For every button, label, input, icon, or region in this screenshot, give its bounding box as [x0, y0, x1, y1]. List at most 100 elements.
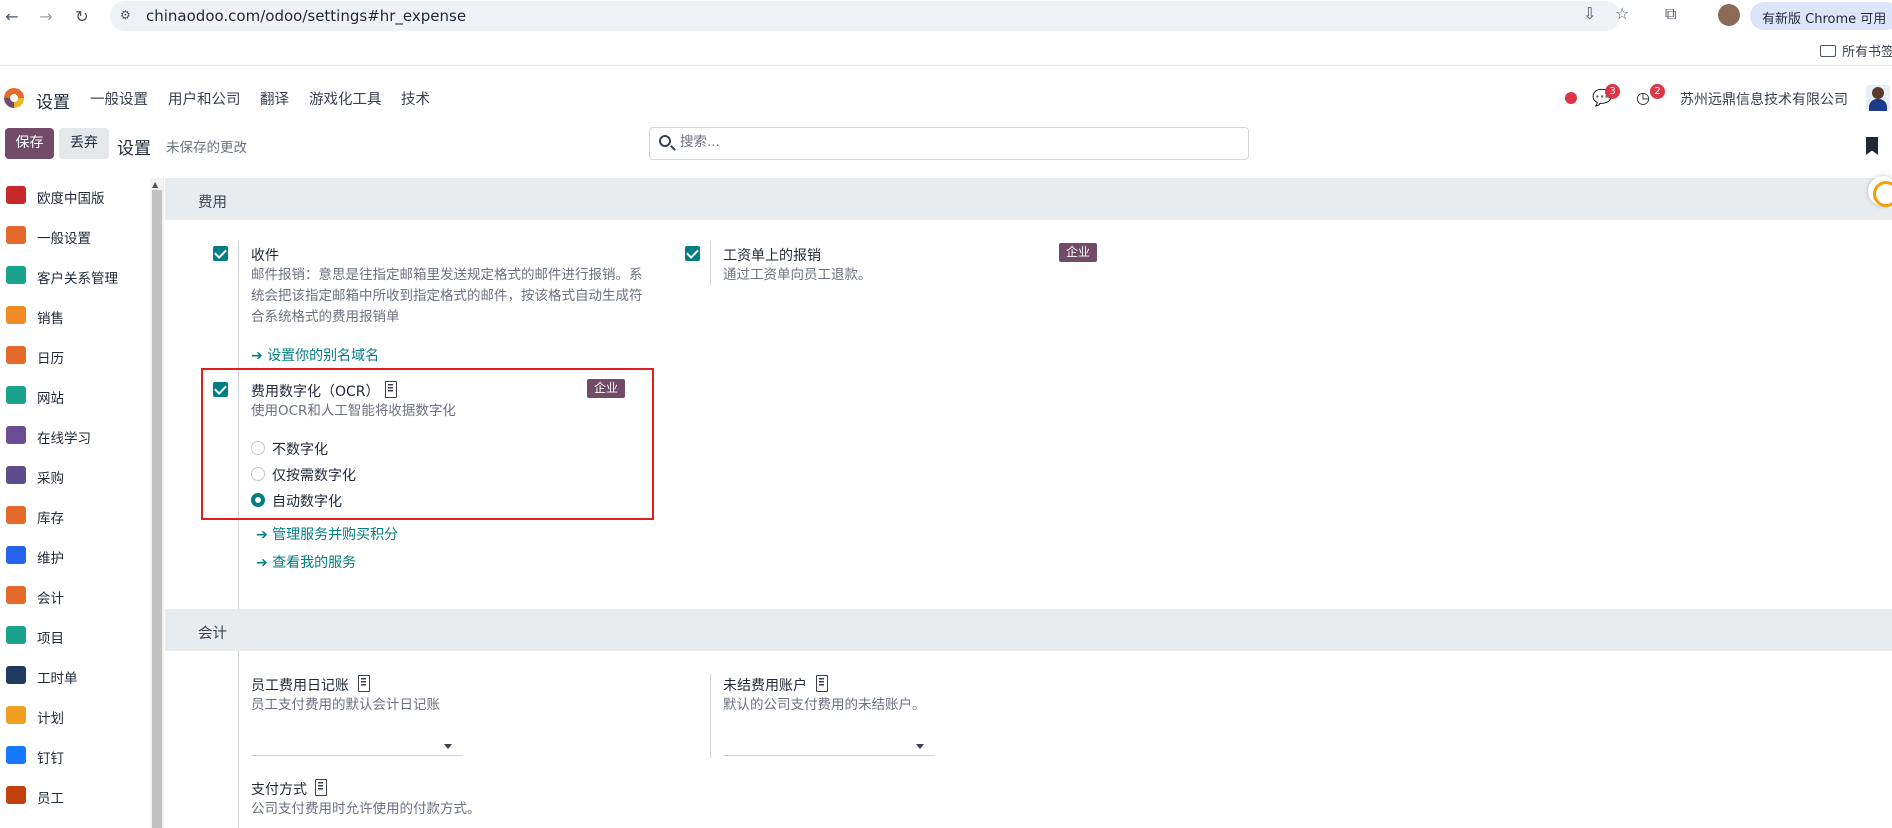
highlight-box — [201, 368, 654, 520]
odoo-app-icon[interactable] — [4, 88, 24, 108]
sidebar-item-label: 在线学习 — [37, 431, 91, 447]
user-avatar[interactable] — [1866, 85, 1890, 111]
messages-badge: 3 — [1605, 84, 1620, 99]
sidebar-item-odoo-logo[interactable]: 一般设置 — [0, 218, 150, 251]
sidebar-item-timesheet[interactable]: 工时单 — [0, 658, 150, 691]
all-bookmarks[interactable]: 所有书签 — [1820, 41, 1892, 60]
timesheet-icon — [6, 666, 26, 684]
purchase-icon — [6, 466, 26, 484]
sidebar-item-maintenance[interactable]: 维护 — [0, 538, 150, 571]
sidebar-scroll-thumb[interactable] — [152, 190, 162, 828]
receipts-title: 收件 — [251, 248, 279, 264]
save-button[interactable]: 保存 — [5, 128, 54, 159]
sidebar-item-project[interactable]: 项目 — [0, 618, 150, 651]
inventory-icon — [6, 506, 26, 524]
assistant-icon[interactable] — [1868, 176, 1892, 207]
divider — [238, 674, 239, 828]
all-bookmarks-label: 所有书签 — [1842, 45, 1892, 60]
sidebar-item-dingtalk[interactable]: 钉钉 — [0, 738, 150, 771]
journal-select[interactable] — [251, 755, 463, 756]
menu-users-companies[interactable]: 用户和公司 — [168, 88, 241, 109]
install-app-icon[interactable]: ⇩ — [1583, 4, 1596, 23]
sidebar-item-calendar[interactable]: 日历 — [0, 338, 150, 371]
odoo-china-icon — [6, 186, 26, 204]
company-setting-icon — [358, 675, 370, 692]
manage-service-link[interactable]: ➔ 管理服务并购买积分 — [256, 524, 398, 544]
activities-icon[interactable]: ◷ — [1636, 88, 1650, 107]
settings-sidebar: 欧度中国版一般设置客户关系管理销售日历网站在线学习采购库存维护会计项目工时单计划… — [0, 178, 150, 828]
sidebar-item-accounting[interactable]: 会计 — [0, 578, 150, 611]
menu-technical[interactable]: 技术 — [401, 88, 430, 109]
section-title: 费用 — [198, 195, 227, 211]
employees-icon — [6, 786, 26, 804]
reload-icon[interactable]: ↻ — [70, 4, 94, 28]
menu-general-settings[interactable]: 一般设置 — [90, 88, 148, 109]
status-dot[interactable] — [1565, 92, 1577, 104]
chevron-down-icon[interactable] — [444, 744, 452, 749]
sidebar-item-label: 维护 — [37, 551, 64, 567]
enterprise-badge: 企业 — [1059, 243, 1098, 262]
sidebar-item-elearning[interactable]: 在线学习 — [0, 418, 150, 451]
sidebar-item-label: 库存 — [37, 511, 64, 527]
discard-button[interactable]: 丢弃 — [59, 128, 109, 159]
sidebar-item-website[interactable]: 网站 — [0, 378, 150, 411]
sidebar-item-inventory[interactable]: 库存 — [0, 498, 150, 531]
sidebar-item-label: 客户关系管理 — [37, 271, 118, 287]
receipts-checkbox[interactable] — [213, 246, 228, 261]
settings-search[interactable] — [649, 127, 1249, 160]
divider — [710, 241, 711, 285]
menu-gamification[interactable]: 游戏化工具 — [309, 88, 382, 109]
sidebar-item-odoo-china[interactable]: 欧度中国版 — [0, 178, 150, 211]
company-setting-icon — [315, 779, 327, 796]
accounting-icon — [6, 586, 26, 604]
section-title: 会计 — [198, 626, 227, 642]
folder-icon — [1820, 45, 1836, 57]
outstanding-account-select[interactable] — [723, 755, 935, 756]
sidebar-item-sales[interactable]: 销售 — [0, 298, 150, 331]
odoo-navbar: 设置 一般设置 用户和公司 翻译 游戏化工具 技术 💬 3 ◷ 2 苏州远鼎信息… — [0, 80, 1892, 114]
crm-icon — [6, 266, 26, 284]
receipts-description: 邮件报销：意思是往指定邮箱里发送规定格式的邮件进行报销。系统会把该指定邮箱中所收… — [251, 267, 643, 325]
browser-toolbar: ← → ↻ ⚙ chinaodoo.com/odoo/settings#hr_e… — [0, 0, 1892, 32]
chevron-down-icon[interactable] — [916, 744, 924, 749]
update-chrome-button[interactable]: 有新版 Chrome 可用 — [1750, 2, 1892, 30]
sidebar-item-employees[interactable]: 员工 — [0, 778, 150, 811]
back-icon[interactable]: ← — [0, 4, 24, 28]
extensions-icon[interactable]: ⧉ — [1665, 4, 1676, 24]
search-input[interactable] — [680, 134, 1220, 150]
bookmarks-bar: 所有书签 — [0, 32, 1892, 66]
sidebar-item-purchase[interactable]: 采购 — [0, 458, 150, 491]
planning-icon — [6, 706, 26, 724]
scroll-up-icon[interactable]: ▲ — [152, 180, 158, 189]
payment-methods-title: 支付方式 — [251, 782, 307, 798]
payslip-title: 工资单上的报销 — [723, 248, 821, 264]
journal-description: 员工支付费用的默认会计日记账 — [251, 697, 440, 713]
payslip-checkbox[interactable] — [685, 246, 700, 261]
app-title[interactable]: 设置 — [36, 88, 70, 113]
view-services-link[interactable]: ➔ 查看我的服务 — [256, 552, 356, 572]
elearning-icon — [6, 426, 26, 444]
site-info-icon[interactable]: ⚙ — [120, 8, 131, 22]
journal-title: 员工费用日记账 — [251, 678, 349, 694]
dingtalk-icon — [6, 746, 26, 764]
payment-methods-description: 公司支付费用时允许使用的付款方式。 — [251, 801, 481, 817]
menu-translations[interactable]: 翻译 — [260, 88, 289, 109]
company-switcher[interactable]: 苏州远鼎信息技术有限公司 — [1680, 89, 1848, 109]
sidebar-item-label: 采购 — [37, 471, 64, 487]
sidebar-item-label: 欧度中国版 — [37, 191, 105, 207]
sidebar-item-label: 网站 — [37, 391, 64, 407]
sidebar-item-label: 员工 — [37, 791, 64, 807]
forward-icon[interactable]: → — [34, 4, 58, 28]
sidebar-item-planning[interactable]: 计划 — [0, 698, 150, 731]
outstanding-account-description: 默认的公司支付费用的未结账户。 — [723, 697, 926, 713]
sidebar-item-label: 日历 — [37, 351, 64, 367]
accounting-section-header: 会计 — [165, 609, 1892, 651]
alias-domain-link[interactable]: ➔ 设置你的别名域名 — [251, 345, 379, 365]
sidebar-item-crm[interactable]: 客户关系管理 — [0, 258, 150, 291]
bookmark-star-icon[interactable]: ☆ — [1615, 4, 1629, 23]
profile-avatar[interactable] — [1718, 4, 1740, 26]
bookmark-icon[interactable] — [1866, 137, 1878, 155]
project-icon — [6, 626, 26, 644]
sidebar-item-label: 钉钉 — [37, 751, 64, 767]
url-text[interactable]: chinaodoo.com/odoo/settings#hr_expense — [146, 7, 466, 25]
